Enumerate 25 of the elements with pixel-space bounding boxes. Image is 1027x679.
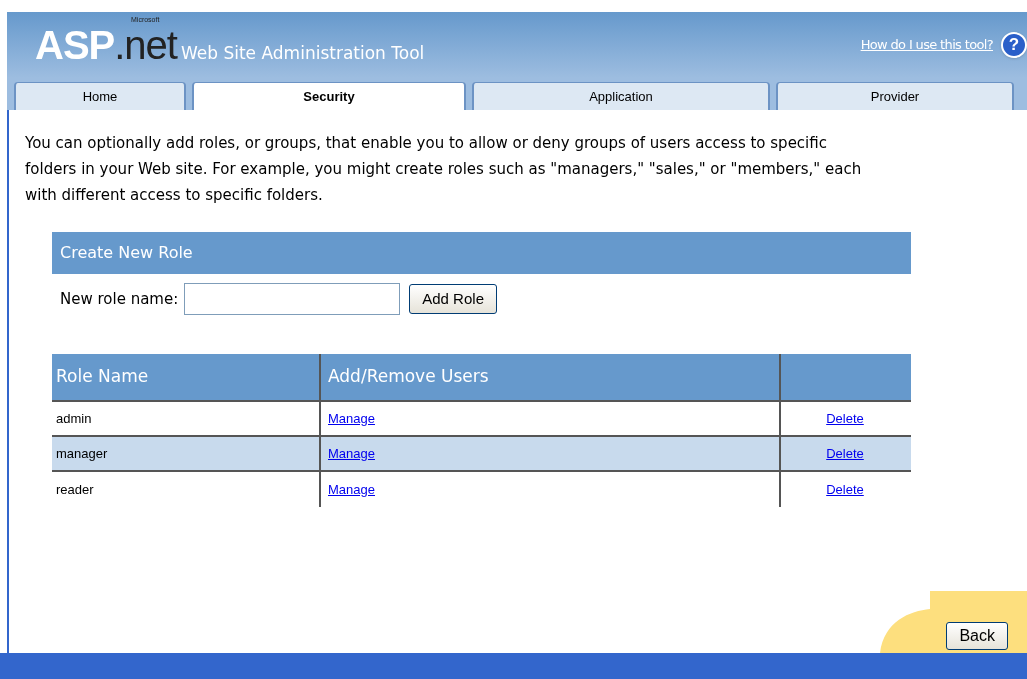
tab[interactable]: Application [472,82,770,110]
delete-link[interactable]: Delete [826,479,864,500]
column-header: Role Name [52,354,321,400]
manage-link[interactable]: Manage [328,408,375,429]
window-title: Web Site Administration Tool [180,45,425,62]
logo-suffix: .net [114,25,177,65]
intro-paragraph: You can optionally add roles, or groups, that enable you to allow or deny groups of users access to specific folders in your Web site. For example, you might create roles such as "managers," "sales," or "members," each with different access to specific folders. [25,133,863,206]
tab[interactable]: Security [192,82,466,110]
help-icon[interactable]: ? [1001,32,1027,58]
add-role-button[interactable]: Add Role [409,284,497,314]
column-header: Add/Remove Users [321,354,781,400]
tab[interactable]: Provider [776,82,1014,110]
role-name: reader [56,480,94,499]
role-name: manager [56,444,108,463]
back-button[interactable]: Back [946,622,1008,650]
delete-link[interactable]: Delete [826,408,864,429]
logo-text: ASP [35,25,115,65]
tab[interactable]: Home [14,82,186,110]
role-name: admin [56,409,92,428]
section-header: Create New Role [52,232,911,274]
manage-link[interactable]: Manage [328,443,375,464]
role-name-field[interactable] [184,283,401,315]
manage-link[interactable]: Manage [328,479,375,500]
field-label: New role name: [60,288,179,310]
delete-link[interactable]: Delete [826,443,864,464]
